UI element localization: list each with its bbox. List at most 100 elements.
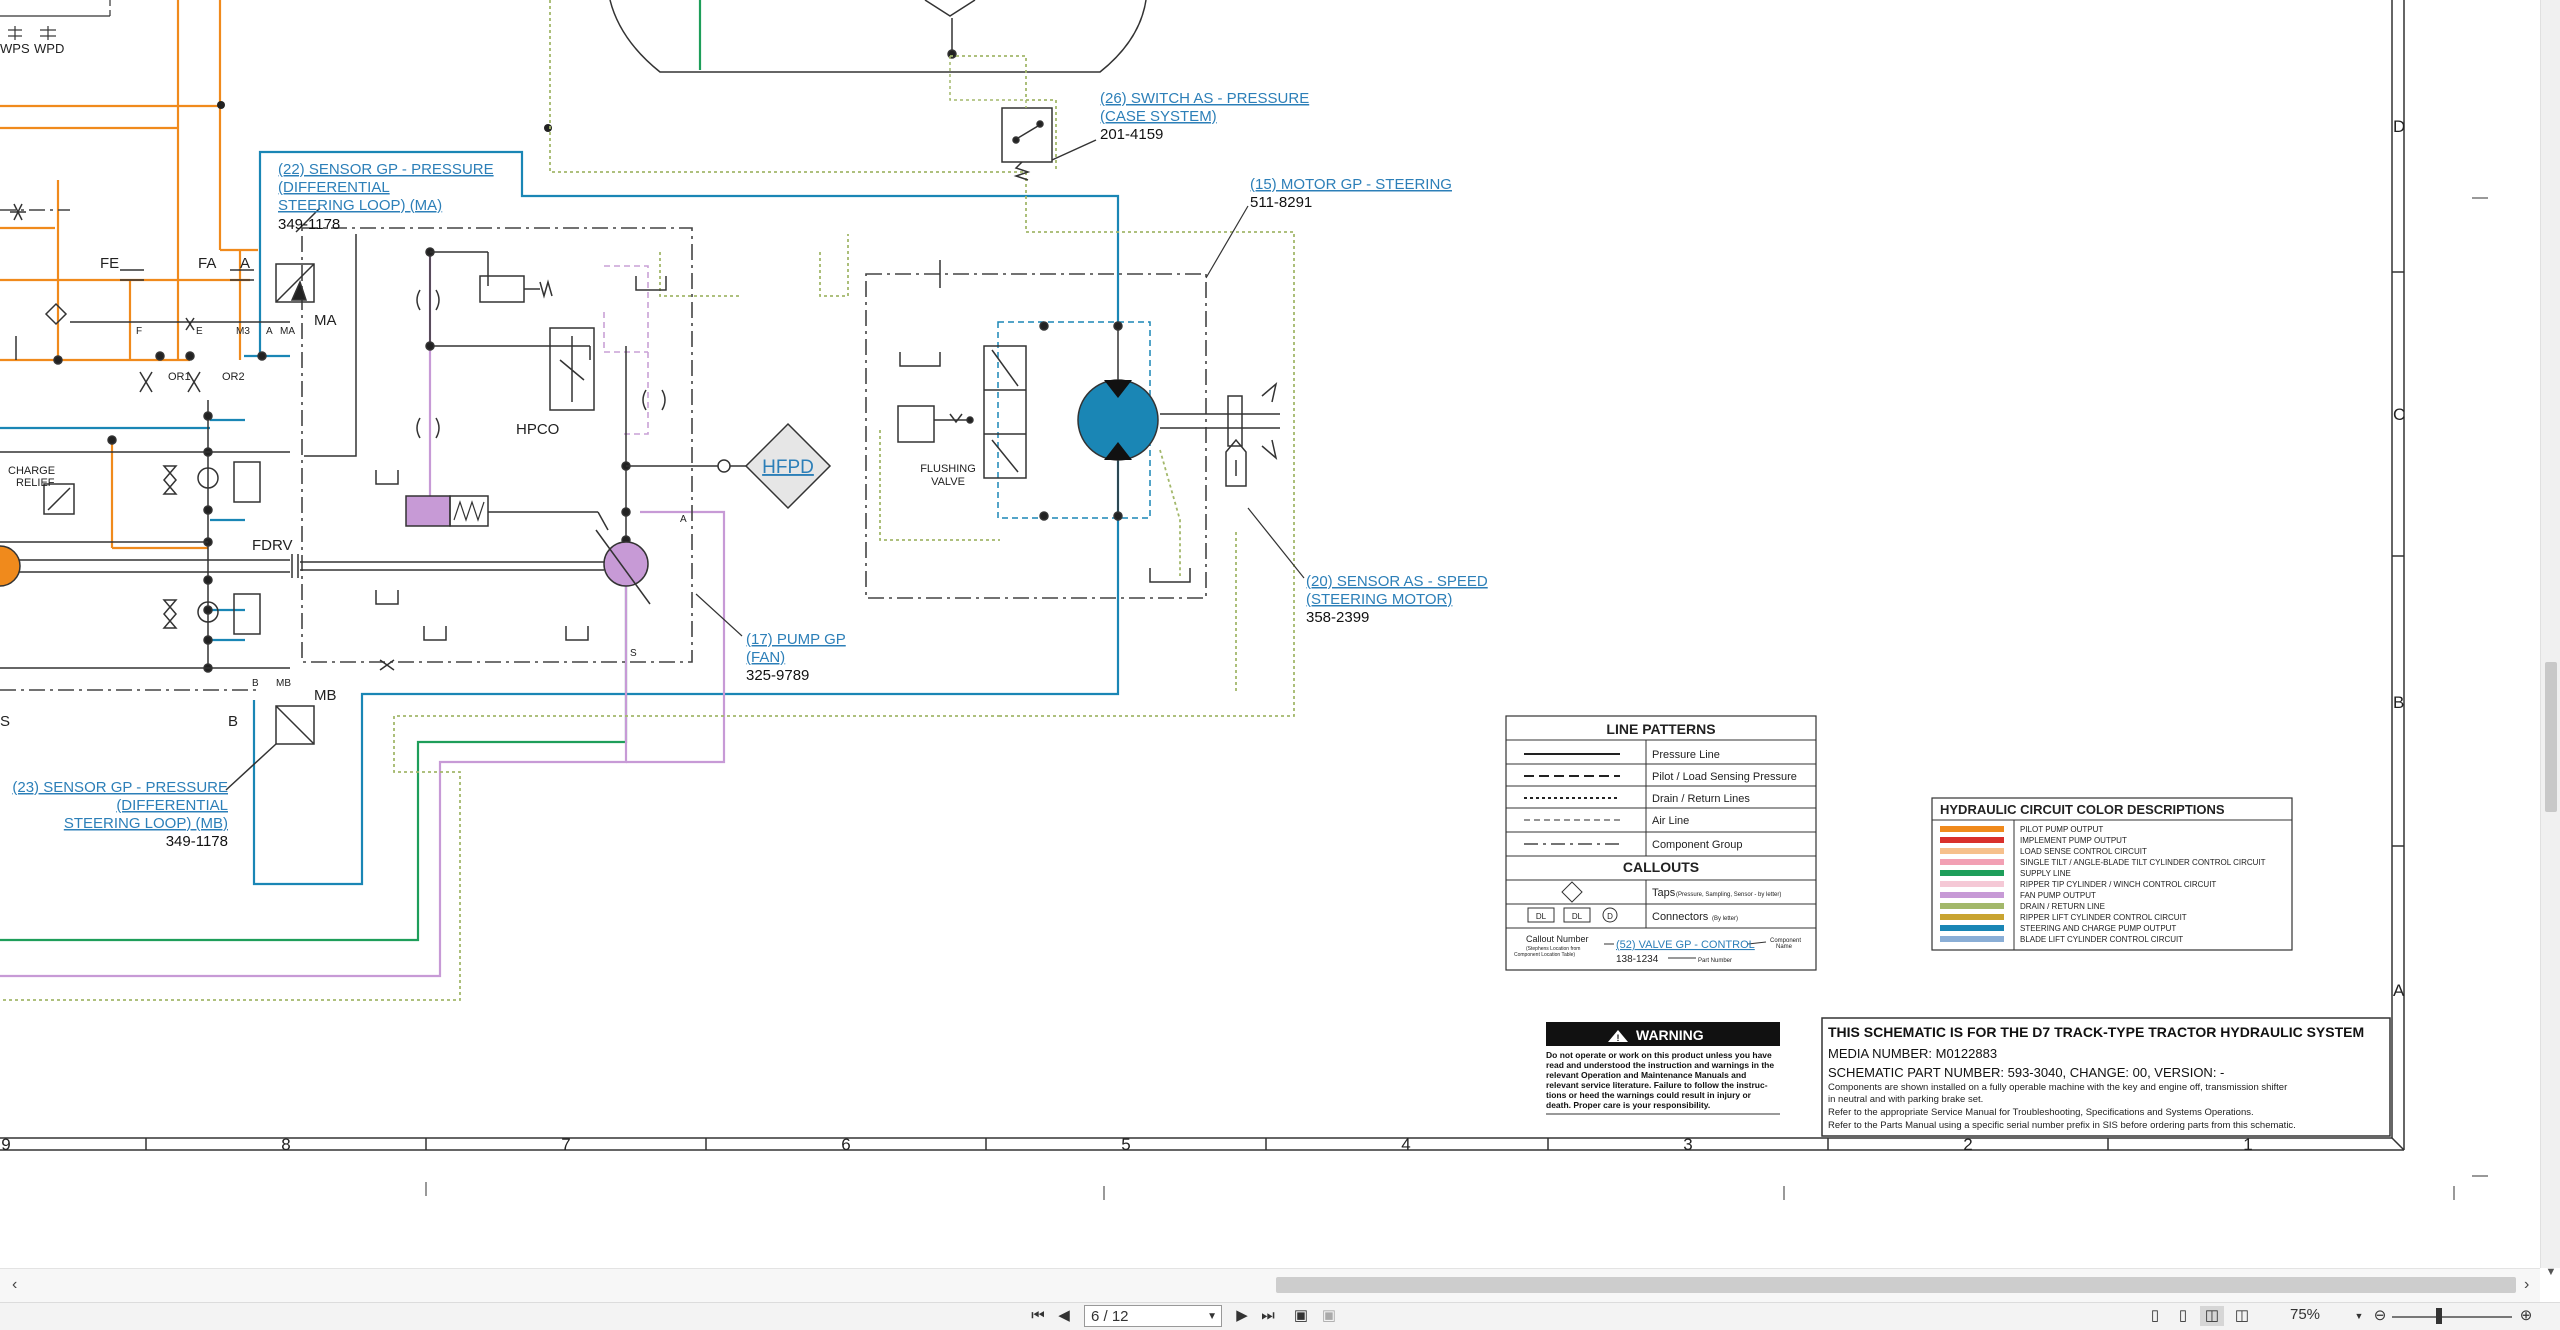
label-ma2: MA [280, 326, 295, 337]
label-or2: OR2 [222, 371, 245, 383]
fan-pump-symbol [603, 541, 649, 587]
title-block-note: Refer to the Parts Manual using a specif… [1828, 1120, 2296, 1131]
two-page-view-icon[interactable]: ◫ [2200, 1306, 2224, 1326]
callout-sensor-20[interactable]: (20) SENSOR AS - SPEED (STEERING MOTOR) … [1306, 573, 1488, 626]
zoom-dropdown-icon[interactable]: ▼ [2352, 1306, 2366, 1326]
label-m3: M3 [236, 326, 250, 337]
col-label-8: 8 [281, 1135, 290, 1154]
callout-number-label: Callout Number [1526, 934, 1589, 944]
pattern-group: Component Group [1652, 839, 1743, 851]
next-page-icon[interactable]: ▶ [1232, 1306, 1252, 1326]
label-flush2: VALVE [931, 476, 965, 488]
label-f: F [136, 326, 142, 337]
document-page: D C B A 9 8 7 6 5 4 3 2 1 WPS WPD HFPD F… [0, 0, 2540, 1268]
col-label-1: 1 [2243, 1135, 2252, 1154]
fan-pump-internals [375, 247, 667, 671]
col-label-2: 2 [1963, 1135, 1972, 1154]
label-fe: FE [100, 255, 119, 272]
pump-17-link-1: (17) PUMP GP [746, 631, 846, 648]
callouts-title: CALLOUTS [1623, 859, 1699, 875]
continuous-view-icon[interactable]: ▯ [2172, 1306, 2194, 1326]
zoom-in-icon[interactable]: ⊕ [2516, 1306, 2536, 1326]
row-label-b: B [2393, 693, 2404, 712]
col-label-9: 9 [1, 1135, 10, 1154]
pattern-pilot: Pilot / Load Sensing Pressure [1652, 771, 1797, 783]
previous-page-icon[interactable]: ◀ [1054, 1306, 1074, 1326]
switch-26-link-2: (CASE SYSTEM) [1100, 108, 1217, 125]
sensor-23-link-2: (DIFFERENTIAL [116, 797, 228, 814]
first-page-icon[interactable]: ⏮ [1028, 1306, 1048, 1326]
horizontal-scroll-thumb[interactable] [1276, 1277, 2516, 1293]
sensor-23-link-3: STEERING LOOP) (MB) [64, 815, 228, 832]
fit-width-icon[interactable]: ▣ [1318, 1306, 1340, 1326]
fit-page-icon[interactable]: ▣ [1290, 1306, 1312, 1326]
callout-sensor-23[interactable]: (23) SENSOR GP - PRESSURE (DIFFERENTIAL … [12, 779, 228, 850]
col-label-5: 5 [1121, 1135, 1130, 1154]
charge-pump-symbol [0, 545, 21, 587]
steering-lines [0, 150, 1120, 886]
color-row-label: RIPPER LIFT CYLINDER CONTROL CIRCUIT [2020, 913, 2187, 922]
color-row-label: FAN PUMP OUTPUT [2020, 891, 2096, 900]
label-a2: A [266, 326, 273, 337]
leader-lines [695, 205, 1305, 637]
two-page-continuous-icon[interactable]: ◫ [2230, 1306, 2254, 1326]
zoom-level[interactable]: 75% [2290, 1306, 2320, 1323]
color-row-label: SINGLE TILT / ANGLE-BLADE TILT CYLINDER … [2020, 858, 2266, 867]
callout-switch-26[interactable]: (26) SWITCH AS - PRESSURE (CASE SYSTEM) … [1100, 90, 1309, 143]
sensor-23-part: 349-1178 [166, 833, 228, 850]
callout-sensor-22[interactable]: (22) SENSOR GP - PRESSURE (DIFFERENTIAL … [278, 161, 494, 233]
top-wps-wpd [0, 0, 111, 40]
warning-line: death. Proper care is your responsibilit… [1546, 1100, 1710, 1110]
warning-box: ! WARNING Do not operate or work on this… [1546, 1022, 1780, 1115]
color-swatch [1940, 881, 2004, 887]
callout-pump-17[interactable]: (17) PUMP GP (FAN) 325-9789 [746, 631, 846, 684]
page-number-value: 6 / 12 [1091, 1308, 1129, 1325]
warning-title: WARNING [1636, 1027, 1704, 1043]
vertical-scrollbar[interactable]: ▼ [2540, 0, 2560, 1278]
label-charge2: RELIEF [16, 477, 55, 489]
color-swatch [1940, 914, 2004, 920]
row-label-d: D [2393, 117, 2405, 136]
title-block-note: in neutral and with parking brake set. [1828, 1094, 1983, 1105]
supply-lines [0, 0, 702, 942]
page-number-input[interactable]: 6 / 12 ▼ [1084, 1305, 1222, 1327]
hfpd-link[interactable]: HFPD [762, 457, 814, 478]
col-label-7: 7 [561, 1135, 570, 1154]
line-patterns-title: LINE PATTERNS [1606, 721, 1715, 737]
color-swatch [1940, 936, 2004, 942]
horizontal-scrollbar[interactable]: ‹ › [0, 1268, 2540, 1303]
last-page-icon[interactable]: ⏭ [1258, 1306, 1278, 1326]
single-page-view-icon[interactable]: ▯ [2144, 1306, 2166, 1326]
example-link: (52) VALVE GP - CONTROL [1616, 939, 1755, 951]
color-desc-title: HYDRAULIC CIRCUIT COLOR DESCRIPTIONS [1940, 802, 2225, 817]
hydraulic-schematic: D C B A 9 8 7 6 5 4 3 2 1 WPS WPD HFPD F… [0, 0, 2488, 1200]
scroll-down-icon[interactable]: ▼ [2541, 1266, 2560, 1282]
conn-c: D [1607, 912, 1613, 921]
color-row-label: LOAD SENSE CONTROL CIRCUIT [2020, 847, 2147, 856]
scroll-left-icon[interactable]: ‹ [12, 1276, 17, 1294]
color-row-label: RIPPER TIP CYLINDER / WINCH CONTROL CIRC… [2020, 880, 2216, 889]
zoom-out-icon[interactable]: ⊖ [2370, 1306, 2390, 1326]
left-valves [0, 203, 321, 791]
taps-note: (Pressure, Sampling, Sensor - by letter) [1676, 892, 1781, 898]
label-s2: S [630, 648, 637, 659]
top-tank-arc [609, 0, 1147, 73]
callout-motor-15[interactable]: (15) MOTOR GP - STEERING 511-8291 [1250, 176, 1452, 211]
schematic-labels: FE FA A MA F E M3 A MA OR1 OR2 CHARGE RE… [0, 255, 687, 730]
color-descriptions: HYDRAULIC CIRCUIT COLOR DESCRIPTIONS PIL… [1931, 797, 2293, 951]
vertical-scroll-thumb[interactable] [2545, 662, 2557, 812]
color-swatch [1940, 925, 2004, 931]
sensor-20-link-1: (20) SENSOR AS - SPEED [1306, 573, 1488, 590]
color-row-label: DRAIN / RETURN LINE [2020, 902, 2105, 911]
title-block-title: THIS SCHEMATIC IS FOR THE D7 TRACK-TYPE … [1828, 1024, 2364, 1040]
zoom-slider[interactable] [2392, 1316, 2512, 1318]
color-swatch [1940, 826, 2004, 832]
chevron-down-icon[interactable]: ▼ [1207, 1306, 1217, 1328]
scroll-right-icon[interactable]: › [2524, 1276, 2529, 1294]
color-swatch [1940, 837, 2004, 843]
color-row-label: SUPPLY LINE [2020, 869, 2071, 878]
pressure-switch [949, 56, 1097, 181]
label-fdrv: FDRV [252, 537, 293, 554]
zoom-slider-handle[interactable] [2436, 1308, 2442, 1324]
label-b2: B [252, 678, 259, 689]
